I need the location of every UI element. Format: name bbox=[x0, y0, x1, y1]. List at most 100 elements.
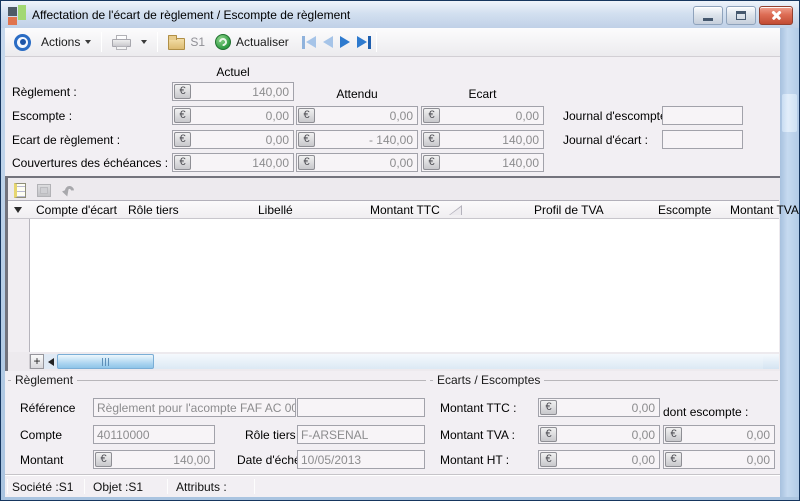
euro-icon: € bbox=[423, 108, 440, 123]
arrow-left-icon bbox=[48, 358, 54, 366]
folder-label: S1 bbox=[190, 35, 205, 49]
grid-col-compte-ecart[interactable]: Compte d'écart bbox=[36, 203, 117, 217]
actions-menu-button[interactable]: Actions bbox=[36, 33, 96, 51]
close-button[interactable] bbox=[759, 6, 793, 25]
field-value: 0,00 bbox=[192, 133, 293, 147]
escompte-ecart-field[interactable]: € 0,00 bbox=[421, 106, 544, 125]
ecart-reglement-actuel-field[interactable]: € 0,00 bbox=[172, 130, 294, 149]
chevron-down-icon bbox=[85, 40, 91, 44]
edit-line-icon bbox=[37, 184, 51, 197]
dont-escompte-label: dont escompte : bbox=[663, 405, 748, 419]
euro-icon: € bbox=[540, 427, 557, 442]
frame-scroll-thumb bbox=[782, 94, 797, 132]
escompte-row-label: Escompte : bbox=[12, 109, 72, 123]
couvertures-ecart-field[interactable]: € 140,00 bbox=[421, 153, 544, 172]
role-tiers-field[interactable]: F-ARSENAL bbox=[297, 425, 425, 444]
print-button[interactable] bbox=[107, 33, 136, 52]
ecart-reglement-attendu-field[interactable]: € - 140,00 bbox=[296, 130, 418, 149]
scroll-right-button[interactable] bbox=[763, 354, 779, 369]
reference-field-2[interactable] bbox=[297, 398, 425, 417]
status-divider bbox=[254, 479, 255, 494]
euro-icon: € bbox=[540, 400, 557, 415]
nav-first-icon bbox=[302, 36, 305, 49]
nav-previous-button[interactable] bbox=[323, 36, 333, 48]
journal-escompte-field[interactable] bbox=[662, 106, 743, 125]
row-selector-column[interactable] bbox=[8, 201, 30, 352]
couvertures-actuel-field[interactable]: € 140,00 bbox=[172, 153, 294, 172]
data-grid: Compte d'écart Rôle tiers Libellé Montan… bbox=[8, 200, 779, 352]
minimize-button[interactable] bbox=[693, 6, 723, 25]
field-value: 0,00 bbox=[316, 156, 417, 170]
grid-panel: Compte d'écart Rôle tiers Libellé Montan… bbox=[5, 176, 780, 371]
grid-horizontal-scrollbar: + bbox=[8, 354, 779, 369]
montant-ht-field[interactable]: € 0,00 bbox=[538, 450, 660, 469]
application-window: Affectation de l'écart de règlement / Es… bbox=[0, 0, 800, 501]
euro-icon: € bbox=[665, 452, 682, 467]
grid-col-profil-tva[interactable]: Profil de TVA bbox=[534, 203, 604, 217]
main-toolbar: Actions S1 Actualiser bbox=[5, 28, 780, 57]
compte-field[interactable]: 40110000 bbox=[93, 425, 215, 444]
ecart-reglement-ecart-field[interactable]: € 140,00 bbox=[421, 130, 544, 149]
reglement-actuel-field[interactable]: € 140,00 bbox=[172, 82, 294, 101]
nav-last-button[interactable] bbox=[357, 36, 371, 49]
grid-col-montant-ttc[interactable]: Montant TTC bbox=[370, 203, 440, 217]
euro-icon: € bbox=[298, 155, 315, 170]
grid-col-escompte[interactable]: Escompte bbox=[658, 203, 711, 217]
grid-toolbar bbox=[14, 180, 77, 200]
scrollbar-track[interactable] bbox=[154, 354, 763, 369]
scroll-left-button[interactable] bbox=[44, 354, 57, 369]
montant-field[interactable]: € 140,00 bbox=[93, 450, 215, 469]
window-title: Affectation de l'écart de règlement / Es… bbox=[32, 8, 350, 22]
journal-ecart-field[interactable] bbox=[662, 130, 743, 149]
montant-ht-escompte-field[interactable]: € 0,00 bbox=[663, 450, 775, 469]
grid-col-montant-tva[interactable]: Montant TVA bbox=[730, 203, 799, 217]
euro-icon: € bbox=[174, 132, 191, 147]
chevron-down-icon bbox=[141, 40, 147, 44]
field-value: 0,00 bbox=[558, 453, 659, 467]
scrollbar-thumb[interactable] bbox=[57, 354, 154, 369]
nav-first-icon bbox=[306, 36, 316, 48]
nav-next-button[interactable] bbox=[340, 36, 350, 48]
status-divider bbox=[167, 479, 168, 494]
escompte-actuel-field[interactable]: € 0,00 bbox=[172, 106, 294, 125]
record-icon bbox=[14, 34, 31, 51]
add-row-button[interactable]: + bbox=[30, 354, 44, 369]
euro-icon: € bbox=[423, 132, 440, 147]
couvertures-attendu-field[interactable]: € 0,00 bbox=[296, 153, 418, 172]
status-divider bbox=[7, 479, 8, 494]
nav-next-icon bbox=[340, 36, 350, 48]
grid-col-libelle[interactable]: Libellé bbox=[258, 203, 293, 217]
app-icon bbox=[8, 4, 26, 25]
record-button[interactable] bbox=[9, 32, 36, 53]
nav-first-button[interactable] bbox=[302, 36, 316, 49]
journal-escompte-label: Journal d'escompte : bbox=[563, 109, 673, 123]
sort-indicator-icon bbox=[448, 205, 462, 215]
column-header-ecart: Ecart bbox=[421, 87, 544, 101]
toolbar-separator bbox=[101, 32, 102, 52]
print-options-button[interactable] bbox=[136, 38, 152, 46]
folder-s1-button[interactable]: S1 bbox=[163, 33, 210, 52]
date-echeance-field[interactable]: 10/05/2013 bbox=[297, 450, 425, 469]
new-line-icon[interactable] bbox=[14, 183, 26, 198]
grid-col-role-tiers[interactable]: Rôle tiers bbox=[128, 203, 179, 217]
euro-icon: € bbox=[540, 452, 557, 467]
field-value: - 140,00 bbox=[316, 133, 417, 147]
montant-tva-field[interactable]: € 0,00 bbox=[538, 425, 660, 444]
montant-tva-escompte-field[interactable]: € 0,00 bbox=[663, 425, 775, 444]
field-value: 0,00 bbox=[316, 109, 417, 123]
refresh-button[interactable]: Actualiser bbox=[210, 32, 294, 52]
euro-icon: € bbox=[665, 427, 682, 442]
selector-dropdown-icon[interactable] bbox=[14, 207, 22, 213]
reference-field[interactable]: Règlement pour l'acompte FAF AC 00000 bbox=[93, 398, 296, 417]
field-value: 0,00 bbox=[441, 109, 543, 123]
montant-ht-label: Montant HT : bbox=[440, 453, 509, 467]
column-header-actuel: Actuel bbox=[172, 65, 294, 79]
status-objet: Objet :S1 bbox=[93, 480, 143, 494]
montant-ttc-field[interactable]: € 0,00 bbox=[538, 398, 660, 417]
reglement-group-title: Règlement bbox=[11, 373, 77, 387]
maximize-button[interactable] bbox=[726, 6, 756, 25]
escompte-attendu-field[interactable]: € 0,00 bbox=[296, 106, 418, 125]
field-value: 140,00 bbox=[441, 133, 543, 147]
title-bar[interactable]: Affectation de l'écart de règlement / Es… bbox=[1, 1, 799, 28]
scrollbar-corner bbox=[8, 354, 30, 369]
